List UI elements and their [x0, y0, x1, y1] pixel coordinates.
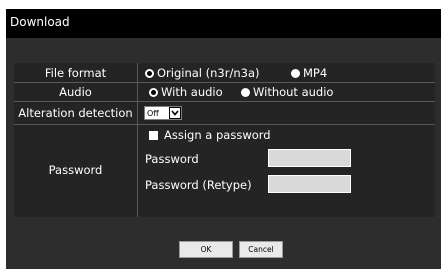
assign-password-label: Assign a password: [164, 128, 271, 142]
audio-row: Audio With audio Without audio: [14, 83, 435, 102]
audio-with-radio[interactable]: [149, 87, 158, 97]
file-format-mp4-label: MP4: [303, 66, 328, 80]
audio-with-label: With audio: [161, 85, 223, 99]
file-format-mp4-radio[interactable]: [291, 68, 300, 78]
alteration-detection-label: Alteration detection: [18, 106, 133, 120]
password-retype-label: Password (Retype): [145, 178, 252, 192]
password-retype-field[interactable]: [268, 175, 351, 193]
file-format-original-radio[interactable]: [145, 68, 154, 78]
password-row: Password Assign a password Password Pass…: [14, 125, 435, 217]
cancel-button[interactable]: Cancel: [239, 241, 283, 258]
password-section-label: Password: [48, 163, 103, 177]
assign-password-checkbox[interactable]: [149, 130, 158, 140]
file-format-mp4-option[interactable]: MP4: [291, 66, 327, 80]
chevron-down-icon[interactable]: [169, 107, 181, 119]
alteration-detection-value: Off: [147, 108, 159, 118]
audio-without-label: Without audio: [253, 85, 334, 99]
file-format-original-label: Original (n3r/n3a): [157, 66, 260, 80]
audio-with-option[interactable]: With audio: [149, 85, 223, 99]
file-format-label: File format: [44, 66, 107, 80]
audio-without-radio[interactable]: [241, 87, 250, 97]
audio-without-option[interactable]: Without audio: [241, 85, 333, 99]
alteration-detection-select[interactable]: Off: [144, 106, 182, 120]
alteration-detection-row: Alteration detection Off: [14, 102, 435, 125]
audio-label: Audio: [59, 85, 92, 99]
file-format-row: File format Original (n3r/n3a) MP4: [14, 63, 435, 83]
password-field[interactable]: [268, 149, 351, 167]
settings-panel: File format Original (n3r/n3a) MP4 Audio…: [14, 63, 435, 217]
ok-button[interactable]: OK: [179, 241, 233, 258]
download-dialog: Download File format Original (n3r/n3a) …: [6, 9, 441, 269]
dialog-title: Download: [10, 15, 70, 29]
title-bar: Download: [6, 9, 441, 38]
password-field-label: Password: [145, 152, 199, 166]
assign-password-option[interactable]: Assign a password: [149, 128, 271, 142]
file-format-original-option[interactable]: Original (n3r/n3a): [145, 66, 260, 80]
